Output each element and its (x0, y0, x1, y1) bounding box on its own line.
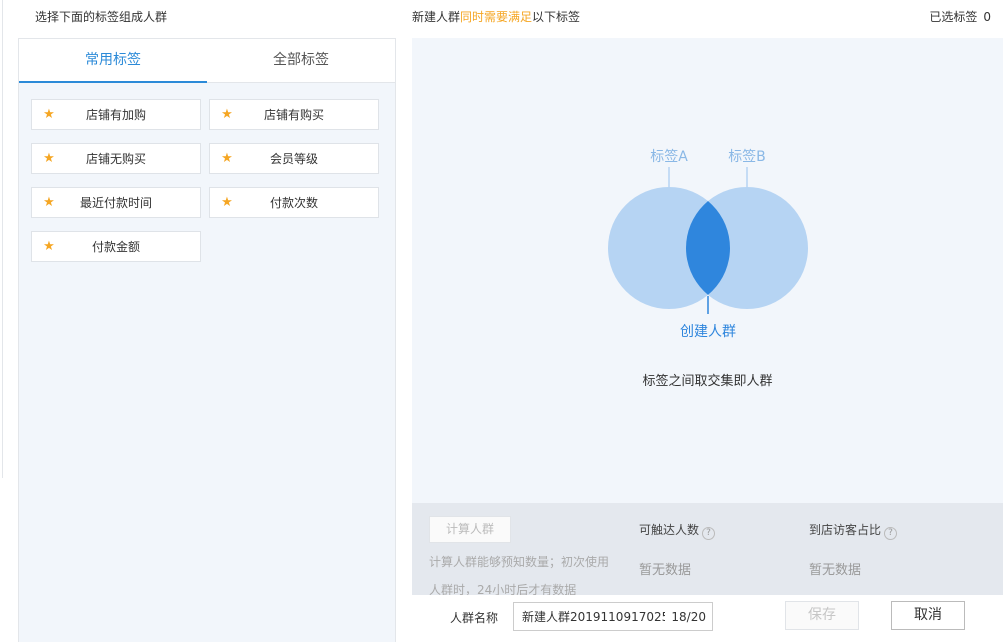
tag-label: 店铺有购买 (263, 108, 324, 122)
crowd-name-input[interactable]: 新建人群20191109170259 18/20 (513, 602, 713, 631)
metric-ratio-value: 暂无数据 (809, 563, 862, 578)
selected-tags-label: 已选标签 (929, 10, 978, 24)
tag-label: 会员等级 (269, 152, 318, 166)
calculate-button[interactable]: 计算人群 (429, 516, 511, 543)
header-highlight: 同时需要满足 (460, 10, 533, 24)
header-suffix: 以下标签 (532, 10, 581, 24)
star-icon: ★ (221, 150, 233, 166)
star-icon: ★ (221, 194, 233, 210)
tag-item[interactable]: ★ 店铺无购买 (31, 143, 201, 174)
left-edge-divider (0, 0, 3, 478)
intersection-preview-panel: 标签A 标签B 创建人群 标签之间取交集即人群 (412, 38, 1003, 503)
save-button[interactable]: 保存 (785, 601, 859, 630)
star-icon: ★ (43, 150, 55, 166)
tag-label: 最近付款时间 (79, 196, 152, 210)
metric-ratio-label: 到店访客占比 (809, 523, 882, 537)
header-prefix: 新建人群 (412, 10, 461, 24)
tag-item[interactable]: ★ 付款次数 (209, 187, 379, 218)
metric-reach-value: 暂无数据 (639, 563, 692, 578)
tag-tabs: 常用标签 全部标签 (19, 39, 395, 83)
tag-item[interactable]: ★ 会员等级 (209, 143, 379, 174)
metric-reach-label: 可触达人数 (639, 523, 700, 537)
star-icon: ★ (43, 238, 55, 254)
right-header-title: 新建人群同时需要满足以下标签 (412, 8, 580, 25)
crowd-name-label: 人群名称 (450, 611, 499, 625)
label-result: 创建人群 (680, 324, 736, 340)
label-b: 标签B (728, 148, 766, 165)
tag-label: 店铺无购买 (85, 152, 146, 166)
label-a: 标签A (650, 148, 688, 165)
tag-label: 店铺有加购 (85, 108, 146, 122)
left-header-title: 选择下面的标签组成人群 (35, 10, 168, 24)
tag-list: ★ 店铺有加购 ★ 店铺有购买 ★ 店铺无购买 ★ 会员等级 ★ 最近付款时间 ★ 付款次数… (31, 99, 381, 262)
star-icon: ★ (43, 194, 55, 210)
tab-all-tags[interactable]: 全部标签 (207, 39, 395, 82)
calculation-area: 计算人群 计算人群能够预知数量；初次使用人群时，24小时后才有数据 可触达人数?… (412, 503, 1003, 597)
tag-item[interactable]: ★ 付款金额 (31, 231, 201, 262)
footer-bar: 人群名称 新建人群20191109170259 18/20 保存 取消 (412, 595, 1003, 642)
tag-label: 付款金额 (91, 240, 140, 254)
tag-selector-panel: 常用标签 全部标签 ★ 店铺有加购 ★ 店铺有购买 ★ 店铺无购买 ★ 会员等级 ★ 最近… (18, 38, 396, 642)
help-icon[interactable]: ? (702, 527, 716, 540)
selected-tags-counter: 已选标签 0 (929, 8, 991, 25)
star-icon: ★ (43, 106, 55, 122)
selected-tags-count: 0 (983, 10, 991, 24)
metric-reach: 可触达人数? (639, 521, 716, 540)
tag-item[interactable]: ★ 店铺有加购 (31, 99, 201, 130)
tag-item[interactable]: ★ 最近付款时间 (31, 187, 201, 218)
tab-common-tags[interactable]: 常用标签 (19, 39, 207, 83)
star-icon: ★ (221, 106, 233, 122)
tag-item[interactable]: ★ 店铺有购买 (209, 99, 379, 130)
cancel-button[interactable]: 取消 (891, 601, 965, 630)
tag-label: 付款次数 (269, 196, 318, 210)
crowd-name-char-count: 18/20 (671, 609, 706, 624)
help-icon[interactable]: ? (884, 527, 898, 540)
venn-caption: 标签之间取交集即人群 (642, 374, 773, 389)
metric-ratio: 到店访客占比? (809, 521, 898, 540)
venn-diagram: 标签A 标签B 创建人群 (608, 148, 808, 340)
crowd-name-value[interactable]: 新建人群20191109170259 (522, 608, 665, 625)
